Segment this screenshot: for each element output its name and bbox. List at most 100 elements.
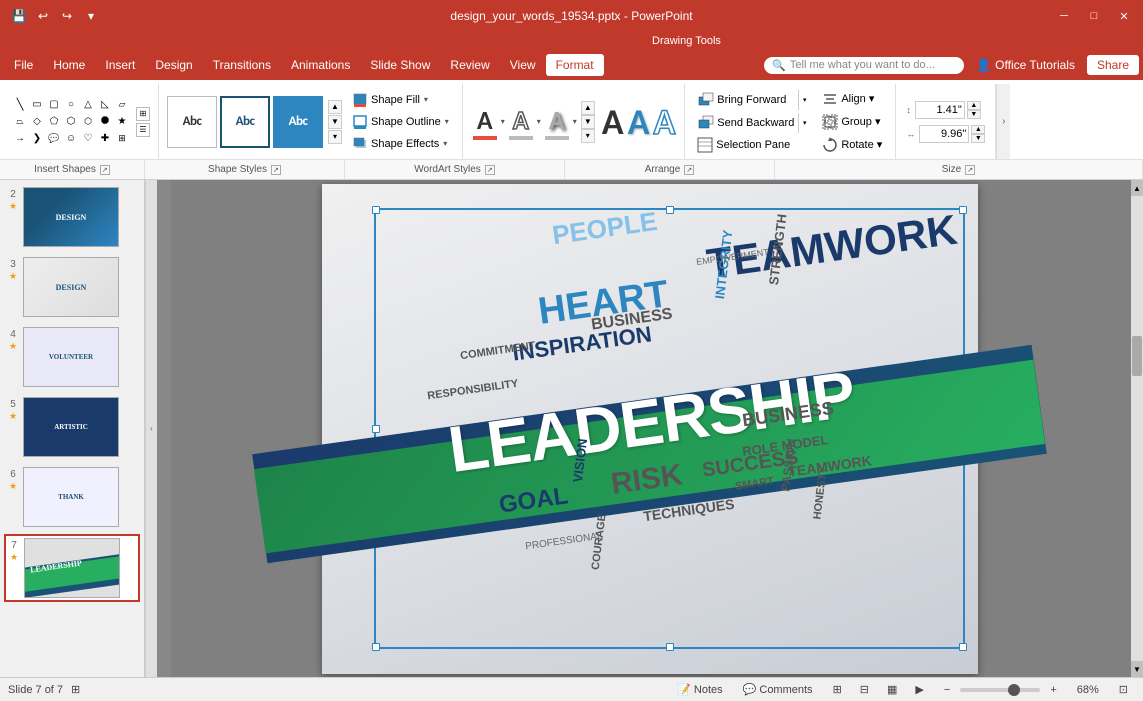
zoom-level[interactable]: 68% xyxy=(1070,681,1106,699)
tell-me-box[interactable]: 🔍 Tell me what you want to do... xyxy=(764,57,964,74)
text-outline-dropdown[interactable]: ▾ xyxy=(537,117,541,126)
save-button[interactable]: 💾 xyxy=(8,5,30,27)
shape-effects-button[interactable]: Shape Effects ▾ xyxy=(348,134,454,154)
shape-callout[interactable]: 💬 xyxy=(46,131,62,147)
close-button[interactable]: ✕ xyxy=(1113,5,1135,27)
wordart-large-blue[interactable]: A xyxy=(627,99,651,145)
zoom-out-button[interactable]: − xyxy=(937,681,957,699)
height-spin-up[interactable]: ▲ xyxy=(967,101,981,110)
shape-octagon[interactable]: ⯃ xyxy=(97,114,113,130)
selection-pane-button[interactable]: Selection Pane xyxy=(693,135,811,155)
slide-item-6[interactable]: 6 ★ THANK xyxy=(4,464,140,530)
menu-slideshow[interactable]: Slide Show xyxy=(360,54,440,76)
shape-star[interactable]: ★ xyxy=(114,114,130,130)
style-sample-3[interactable]: Abc xyxy=(273,96,323,148)
shape-diamond[interactable]: ◇ xyxy=(29,114,45,130)
maximize-button[interactable]: □ xyxy=(1083,5,1105,27)
notes-button[interactable]: 📝 Notes xyxy=(670,680,729,699)
minimize-button[interactable]: ─ xyxy=(1053,5,1075,27)
shape-styles-expand[interactable]: ↗ xyxy=(271,165,281,175)
shape-cross[interactable]: ✚ xyxy=(97,131,113,147)
height-input[interactable] xyxy=(915,101,965,119)
shape-pentagon[interactable]: ⬠ xyxy=(46,114,62,130)
shape-effects-dropdown[interactable]: ▾ xyxy=(443,139,447,148)
shape-chevron[interactable]: ❯ xyxy=(29,131,45,147)
arrange-button[interactable]: ☰ xyxy=(136,123,150,137)
shape-fill-button[interactable]: Shape Fill ▾ xyxy=(348,90,454,110)
redo-button[interactable]: ↪ xyxy=(56,5,78,27)
shape-heart[interactable]: ♡ xyxy=(80,131,96,147)
slide-item-7[interactable]: 7 ★ LEADERSHIP xyxy=(4,534,140,602)
panel-collapse-button[interactable]: ‹ xyxy=(145,180,157,677)
text-effects-dropdown[interactable]: ▾ xyxy=(573,117,577,126)
edit-shape-button[interactable]: ⊞ xyxy=(136,107,150,121)
shape-rt-triangle[interactable]: ◺ xyxy=(97,97,113,113)
width-input[interactable] xyxy=(919,125,969,143)
menu-design[interactable]: Design xyxy=(145,54,202,76)
style-sample-2[interactable]: Abc xyxy=(220,96,270,148)
slide-item-5[interactable]: 5 ★ ARTISTIC xyxy=(4,394,140,460)
wordart-scroll-up[interactable]: ▲ xyxy=(581,101,595,115)
zoom-in-button[interactable]: + xyxy=(1043,681,1063,699)
style-scroll-up[interactable]: ▲ xyxy=(328,100,342,114)
shape-rounded-rect[interactable]: ▢ xyxy=(46,97,62,113)
wordart-scroll-down[interactable]: ▼ xyxy=(581,115,595,129)
zoom-thumb[interactable] xyxy=(1008,684,1020,696)
wordart-large-dark[interactable]: A xyxy=(601,99,625,145)
comments-button[interactable]: 💬 Comments xyxy=(736,680,820,699)
menu-review[interactable]: Review xyxy=(440,54,499,76)
rotate-button[interactable]: Rotate ▾ xyxy=(818,135,886,155)
menu-format[interactable]: Format xyxy=(546,54,604,76)
shape-parallelogram[interactable]: ▱ xyxy=(114,97,130,113)
undo-button[interactable]: ↩ xyxy=(32,5,54,27)
menu-insert[interactable]: Insert xyxy=(95,54,145,76)
slide-info-button[interactable]: ⊞ xyxy=(71,683,80,696)
shape-triangle[interactable]: △ xyxy=(80,97,96,113)
width-spin-down[interactable]: ▼ xyxy=(971,134,985,143)
arrange-expand[interactable]: ↗ xyxy=(684,165,694,175)
shape-rect-outline[interactable]: ▭ xyxy=(29,97,45,113)
slide-sorter-button[interactable]: ⊟ xyxy=(853,680,876,699)
text-fill-button[interactable]: A xyxy=(471,102,499,142)
shape-heptagon[interactable]: ⬡ xyxy=(80,114,96,130)
shape-arrow[interactable]: → xyxy=(12,131,28,147)
send-backward-button[interactable]: Send Backward xyxy=(694,113,798,133)
slide-item-4[interactable]: 4 ★ VOLUNTEER xyxy=(4,324,140,390)
text-fill-dropdown[interactable]: ▾ xyxy=(501,117,505,126)
slide-item-3[interactable]: 3 ★ DESIGN xyxy=(4,254,140,320)
size-expand[interactable]: ↗ xyxy=(965,165,975,175)
width-spin-up[interactable]: ▲ xyxy=(971,125,985,134)
customize-qa-button[interactable]: ▾ xyxy=(80,5,102,27)
shape-more[interactable]: ⊞ xyxy=(114,131,130,147)
shape-outline-button[interactable]: Shape Outline ▾ xyxy=(348,112,454,132)
shape-outline-dropdown[interactable]: ▾ xyxy=(445,117,449,126)
style-sample-1[interactable]: Abc xyxy=(167,96,217,148)
shape-line[interactable]: ╲ xyxy=(12,97,28,113)
menu-transitions[interactable]: Transitions xyxy=(203,54,281,76)
shape-oval[interactable]: ○ xyxy=(63,97,79,113)
menu-file[interactable]: File xyxy=(4,54,43,76)
wordart-scroll-more[interactable]: ▾ xyxy=(581,129,595,143)
menu-view[interactable]: View xyxy=(500,54,546,76)
shape-fill-dropdown[interactable]: ▾ xyxy=(424,95,428,104)
slide-item-2[interactable]: 2 ★ DESIGN xyxy=(4,184,140,250)
text-effects-button[interactable]: A xyxy=(543,102,571,142)
normal-view-button[interactable]: ⊞ xyxy=(826,680,849,699)
insert-shapes-expand[interactable]: ↗ xyxy=(100,165,110,175)
wordart-large-outline[interactable]: A xyxy=(652,99,676,145)
align-button[interactable]: Align ▾ xyxy=(818,89,886,109)
office-tutorials-button[interactable]: 👤 Office Tutorials xyxy=(968,54,1083,76)
share-button[interactable]: Share xyxy=(1087,55,1139,75)
scroll-thumb[interactable] xyxy=(1132,336,1142,376)
ribbon-scroll-right[interactable]: › xyxy=(996,84,1010,159)
shape-hexagon[interactable]: ⬡ xyxy=(63,114,79,130)
shape-trapezoid[interactable]: ⏢ xyxy=(12,114,28,130)
group-button[interactable]: Group ▾ xyxy=(818,112,886,132)
bring-forward-button[interactable]: Bring Forward xyxy=(694,90,798,110)
height-spin-down[interactable]: ▼ xyxy=(967,110,981,119)
shape-smiley[interactable]: ☺ xyxy=(63,131,79,147)
bring-forward-dropdown[interactable]: ▾ xyxy=(798,90,810,110)
send-backward-dropdown[interactable]: ▾ xyxy=(798,113,810,133)
style-scroll-down[interactable]: ▼ xyxy=(328,115,342,129)
menu-animations[interactable]: Animations xyxy=(281,54,360,76)
